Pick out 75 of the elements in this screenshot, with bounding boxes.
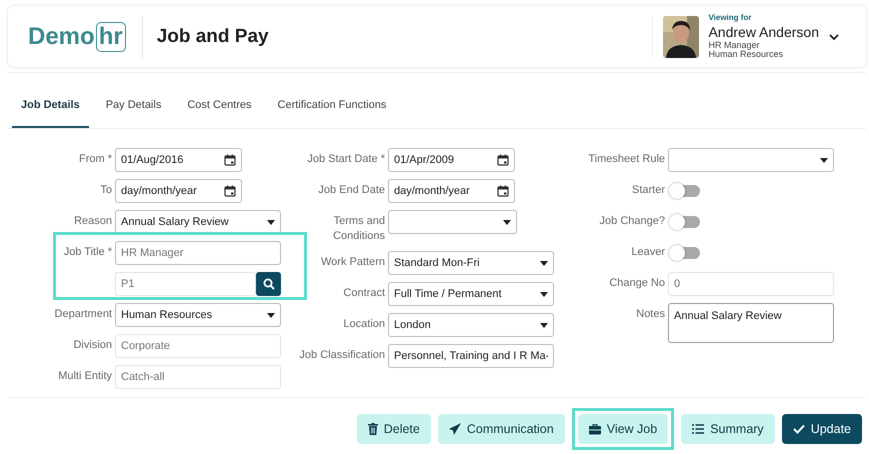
search-button[interactable] <box>256 272 281 296</box>
user-name: Andrew Anderson <box>708 25 819 39</box>
field-label: Job Change? <box>598 214 665 229</box>
update-button[interactable]: Update <box>782 414 862 444</box>
caret-icon <box>503 220 511 224</box>
communication-button[interactable]: Communication <box>438 414 565 444</box>
chevron-down-icon[interactable] <box>829 34 839 40</box>
checkmark-icon <box>792 424 805 434</box>
field-value: Personnel, Training and I R Ma <box>394 350 546 362</box>
field-label: From * <box>78 152 112 167</box>
field-value: Standard Mon-Fri <box>394 257 480 269</box>
dropdown[interactable]: London <box>388 313 554 337</box>
dropdown[interactable]: Standard Mon-Fri <box>388 251 554 275</box>
calendar-icon[interactable] <box>497 154 509 166</box>
date-field[interactable]: 01/Aug/2016 <box>115 148 242 172</box>
dropdown[interactable]: Full Time / Permanent <box>388 282 554 306</box>
date-field[interactable]: day/month/year <box>115 179 242 203</box>
view-button[interactable]: View Job <box>578 414 668 444</box>
field-label: Leaver <box>630 245 665 260</box>
field-label: Work Pattern <box>320 255 385 270</box>
user-role: HR Manager <box>708 41 760 50</box>
field-label: Location <box>342 317 385 332</box>
field-label: Job Start Date * <box>306 152 385 167</box>
notes-field[interactable]: Annual Salary Review <box>668 303 834 343</box>
field-label: Timesheet Rule <box>587 152 665 167</box>
dropdown[interactable]: Annual Salary Review <box>115 210 281 234</box>
caret-icon <box>267 220 275 224</box>
tab[interactable]: Pay Details <box>96 80 170 128</box>
caret-icon <box>820 158 828 162</box>
field-label: Department <box>54 307 112 322</box>
dropdown[interactable]: Personnel, Training and I R Ma <box>388 344 554 368</box>
paper-plane-icon <box>448 423 461 435</box>
field-label: Multi Entity <box>57 369 112 384</box>
briefcase-icon <box>588 424 601 434</box>
tab[interactable]: Job Details <box>12 80 89 128</box>
search-icon <box>262 278 274 290</box>
viewing-for-label: Viewing for <box>708 14 752 22</box>
field-label: Notes <box>635 307 665 322</box>
dropdown[interactable]: Human Resources <box>115 303 281 327</box>
field-label: Starter <box>630 183 665 198</box>
trash-icon <box>368 423 378 435</box>
field-label: Job Classification <box>298 348 385 363</box>
field-value: 01/Apr/2009 <box>394 154 454 166</box>
tab[interactable]: Certification Functions <box>268 80 396 128</box>
field-value: Full Time / Permanent <box>394 288 502 300</box>
caret-icon <box>267 312 275 318</box>
field-value: London <box>394 319 431 331</box>
field-label: To <box>99 183 112 198</box>
field-label: Job End Date <box>317 183 385 198</box>
caret-icon <box>540 260 548 266</box>
field-value: day/month/year <box>121 185 197 197</box>
field-label: Division <box>72 338 112 353</box>
calendar-icon[interactable] <box>224 185 236 197</box>
date-field[interactable]: 01/Apr/2009 <box>388 148 515 172</box>
tab[interactable]: Cost Centres <box>178 80 261 128</box>
field-label: Reason <box>73 214 112 229</box>
field-value: Human Resources <box>121 309 212 321</box>
caret-icon <box>540 292 548 296</box>
delete-button[interactable]: Delete <box>356 414 431 444</box>
field-label: Change No <box>608 276 665 291</box>
logo: Demo hr <box>28 22 126 52</box>
list-icon <box>692 424 704 434</box>
summary-button[interactable]: Summary <box>681 414 775 444</box>
field-label: Terms and Conditions <box>332 214 385 244</box>
calendar-icon[interactable] <box>224 154 236 166</box>
field-label: Contract <box>342 286 385 301</box>
user-department: Human Resources <box>708 50 784 59</box>
calendar-icon[interactable] <box>497 185 509 197</box>
field-value: day/month/year <box>394 185 470 197</box>
page-title: Job and Pay <box>156 26 269 48</box>
field-value: Annual Salary Review <box>121 216 229 228</box>
field-label: Job Title * <box>62 245 112 260</box>
field-value: 01/Aug/2016 <box>121 154 184 166</box>
caret-icon <box>540 322 548 328</box>
date-field[interactable]: day/month/year <box>388 179 515 203</box>
